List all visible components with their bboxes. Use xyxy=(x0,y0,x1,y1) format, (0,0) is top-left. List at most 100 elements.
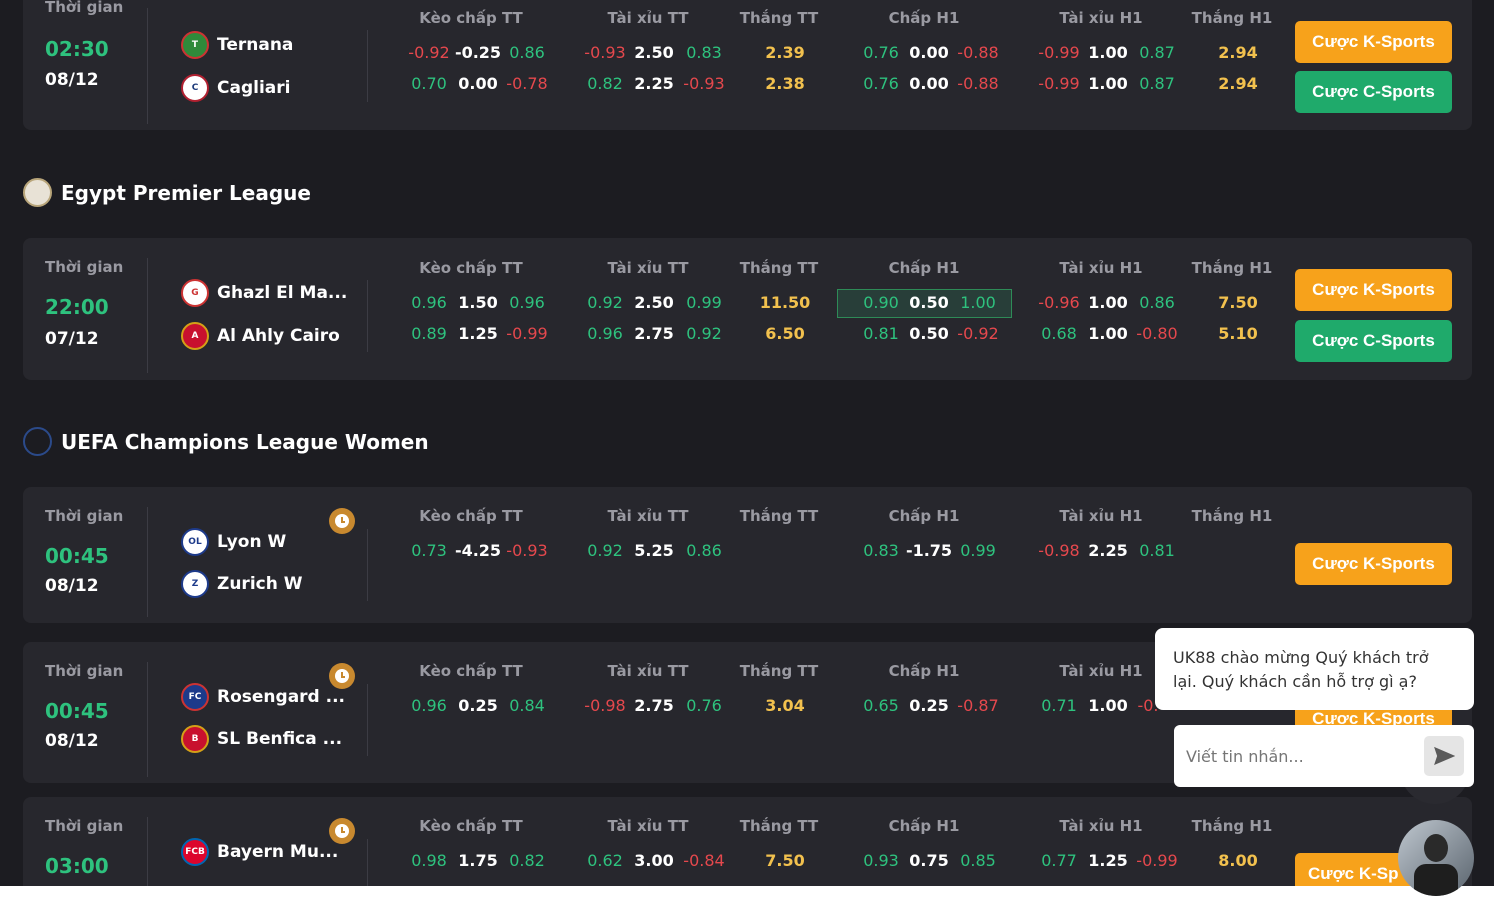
home-team[interactable]: OL Lyon W xyxy=(181,528,286,556)
win-odd[interactable]: 8.00 xyxy=(1218,851,1257,870)
odd-value[interactable]: 0.81 xyxy=(863,324,899,343)
odd-value[interactable]: 0.81 xyxy=(1139,541,1175,560)
bet-k-sports-button[interactable]: Cược K-Sports xyxy=(1295,21,1452,63)
header-hdp-ft: Kèo chấp TT xyxy=(419,259,523,277)
odd-value[interactable]: 0.86 xyxy=(509,43,545,62)
win-odd[interactable]: 7.50 xyxy=(765,851,804,870)
odd-value[interactable]: -0.87 xyxy=(957,696,998,715)
bet-c-sports-button[interactable]: Cược C-Sports xyxy=(1295,320,1452,362)
odd-value[interactable]: 0.96 xyxy=(587,324,623,343)
home-team[interactable]: FC Rosengard ... xyxy=(181,683,345,711)
bet-k-sports-button[interactable]: Cược K-Sports xyxy=(1295,269,1452,311)
odd-value[interactable]: 0.82 xyxy=(509,851,545,870)
odd-value[interactable]: -0.88 xyxy=(957,74,998,93)
odd-value[interactable]: 0.76 xyxy=(863,74,899,93)
odd-value[interactable]: 0.92 xyxy=(686,324,722,343)
away-team[interactable]: C Cagliari xyxy=(181,74,290,102)
odd-value[interactable]: 0.87 xyxy=(1139,74,1175,93)
odd-value[interactable]: 0.98 xyxy=(411,851,447,870)
odd-value[interactable]: 0.93 xyxy=(863,851,899,870)
home-team[interactable]: FCB Bayern Mu... xyxy=(181,838,338,866)
chat-message-input[interactable] xyxy=(1186,743,1416,769)
benfica-logo-icon: B xyxy=(181,725,209,753)
win-odd[interactable]: 3.04 xyxy=(765,696,804,715)
header-ou-h1: Tài xỉu H1 xyxy=(1059,662,1143,680)
bet-c-sports-button[interactable]: Cược C-Sports xyxy=(1295,71,1452,113)
odd-value[interactable]: -0.88 xyxy=(957,43,998,62)
odd-value[interactable]: 0.65 xyxy=(863,696,899,715)
match-card: Thời gian 02:30 08/12 T Ternana C Caglia… xyxy=(23,0,1472,130)
header-win-ft: Thắng TT xyxy=(739,259,819,277)
send-button[interactable] xyxy=(1424,736,1464,776)
odd-value[interactable]: -0.93 xyxy=(683,74,724,93)
odd-value[interactable]: 0.86 xyxy=(686,541,722,560)
odd-value[interactable]: 0.85 xyxy=(960,851,996,870)
win-odd[interactable]: 5.10 xyxy=(1218,324,1257,343)
win-odd[interactable]: 2.94 xyxy=(1218,74,1257,93)
odd-value[interactable]: 0.96 xyxy=(411,293,447,312)
league-header[interactable]: Egypt Premier League xyxy=(23,178,311,207)
odd-value[interactable]: 0.99 xyxy=(686,293,722,312)
odd-value[interactable]: 0.76 xyxy=(863,43,899,62)
odd-value[interactable]: -0.78 xyxy=(506,74,547,93)
win-odd[interactable]: 6.50 xyxy=(765,324,804,343)
home-team[interactable]: T Ternana xyxy=(181,31,293,59)
odd-value[interactable]: -0.99 xyxy=(1038,74,1079,93)
odd-value[interactable]: 0.84 xyxy=(509,696,545,715)
odd-value[interactable]: 0.92 xyxy=(587,541,623,560)
odd-value[interactable]: 0.89 xyxy=(411,324,447,343)
odd-value[interactable]: 1.00 xyxy=(960,293,996,312)
odd-value[interactable]: -0.80 xyxy=(1136,324,1177,343)
win-odd[interactable]: 7.50 xyxy=(1218,293,1257,312)
header-win-ft: Thắng TT xyxy=(739,9,819,27)
odd-value[interactable]: 0.92 xyxy=(587,293,623,312)
ou-line: 3.00 xyxy=(634,851,674,870)
win-odd[interactable]: 2.38 xyxy=(765,74,804,93)
support-avatar[interactable] xyxy=(1398,820,1474,896)
bet-k-sports-button[interactable]: Cược K-Sports xyxy=(1295,543,1452,585)
odd-value[interactable]: 0.68 xyxy=(1041,324,1077,343)
win-odd[interactable]: 2.39 xyxy=(765,43,804,62)
league-header[interactable]: UEFA Champions League Women xyxy=(23,427,429,456)
odd-value[interactable]: 0.83 xyxy=(686,43,722,62)
away-team[interactable]: B SL Benfica ... xyxy=(181,725,342,753)
odd-value[interactable]: -0.93 xyxy=(584,43,625,62)
odd-value[interactable]: -0.92 xyxy=(957,324,998,343)
team-name: Al Ahly Cairo xyxy=(217,326,340,346)
odd-value[interactable]: 0.87 xyxy=(1139,43,1175,62)
away-team[interactable]: Z Zurich W xyxy=(181,570,303,598)
odd-value[interactable]: -0.92 xyxy=(408,43,449,62)
header-win-ft: Thắng TT xyxy=(739,662,819,680)
win-odd[interactable]: 11.50 xyxy=(760,293,811,312)
odd-value[interactable]: -0.99 xyxy=(1038,43,1079,62)
away-team[interactable]: A Al Ahly Cairo xyxy=(181,322,340,350)
win-odd[interactable]: 2.94 xyxy=(1218,43,1257,62)
odd-value[interactable]: 0.96 xyxy=(411,696,447,715)
odd-value[interactable]: 0.82 xyxy=(587,74,623,93)
match-date: 08/12 xyxy=(45,576,99,596)
odd-value[interactable]: 0.90 xyxy=(863,293,899,312)
odd-value[interactable]: -0.99 xyxy=(506,324,547,343)
header-ou-ft: Tài xỉu TT xyxy=(607,662,689,680)
odd-value[interactable]: -0.99 xyxy=(1136,851,1177,870)
home-team[interactable]: G Ghazl El Ma... xyxy=(181,279,347,307)
odd-value[interactable]: 0.76 xyxy=(686,696,722,715)
odd-value[interactable]: 0.77 xyxy=(1041,851,1077,870)
odd-value[interactable]: -0.84 xyxy=(683,851,724,870)
odd-value[interactable]: -0.98 xyxy=(1038,541,1079,560)
odd-value[interactable]: 0.73 xyxy=(411,541,447,560)
odd-value[interactable]: 0.86 xyxy=(1139,293,1175,312)
odd-value[interactable]: -0.96 xyxy=(1038,293,1079,312)
handicap-line: 0.75 xyxy=(909,851,949,870)
odd-value[interactable]: 0.62 xyxy=(587,851,623,870)
odd-value[interactable]: 0.83 xyxy=(863,541,899,560)
odd-value[interactable]: -0.93 xyxy=(506,541,547,560)
odd-value[interactable]: 0.71 xyxy=(1041,696,1077,715)
match-date: 07/12 xyxy=(45,329,99,349)
odd-value[interactable]: -0.98 xyxy=(584,696,625,715)
header-hdp-h1: Chấp H1 xyxy=(888,259,960,277)
odd-value[interactable]: 0.96 xyxy=(509,293,545,312)
odd-value[interactable]: 0.70 xyxy=(411,74,447,93)
odd-value[interactable]: 0.99 xyxy=(960,541,996,560)
divider xyxy=(367,684,368,756)
